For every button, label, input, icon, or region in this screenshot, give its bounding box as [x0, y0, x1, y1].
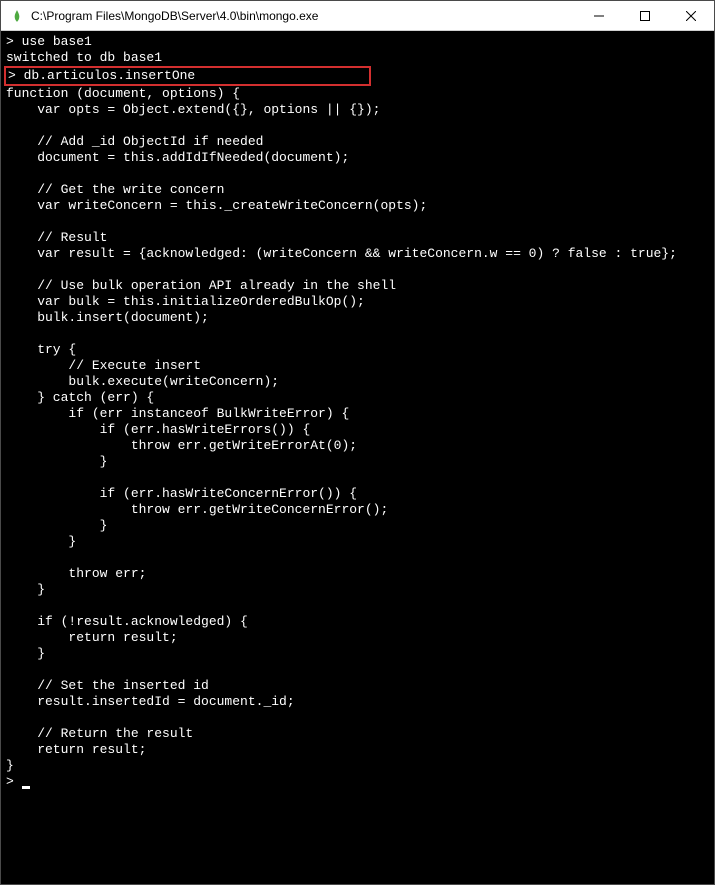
- minimize-button[interactable]: [576, 1, 622, 30]
- output-switched: switched to db base1: [6, 50, 162, 65]
- maximize-button[interactable]: [622, 1, 668, 30]
- prompt-final: >: [6, 774, 22, 789]
- prompt-line-1: > use base1: [6, 34, 92, 49]
- command-use: use base1: [22, 34, 92, 49]
- command-insertone: db.articulos.insertOne: [24, 68, 196, 83]
- window: C:\Program Files\MongoDB\Server\4.0\bin\…: [0, 0, 715, 885]
- terminal-output[interactable]: > use base1 switched to db base1 > db.ar…: [1, 31, 714, 884]
- window-title: C:\Program Files\MongoDB\Server\4.0\bin\…: [31, 9, 576, 23]
- highlighted-command: > db.articulos.insertOne: [4, 66, 371, 86]
- prompt-symbol: >: [6, 34, 22, 49]
- cursor: [22, 786, 30, 789]
- mongodb-icon: [9, 8, 25, 24]
- close-button[interactable]: [668, 1, 714, 30]
- prompt-symbol: >: [8, 68, 24, 83]
- titlebar[interactable]: C:\Program Files\MongoDB\Server\4.0\bin\…: [1, 1, 714, 31]
- window-controls: [576, 1, 714, 30]
- function-definition: function (document, options) { var opts …: [6, 86, 677, 773]
